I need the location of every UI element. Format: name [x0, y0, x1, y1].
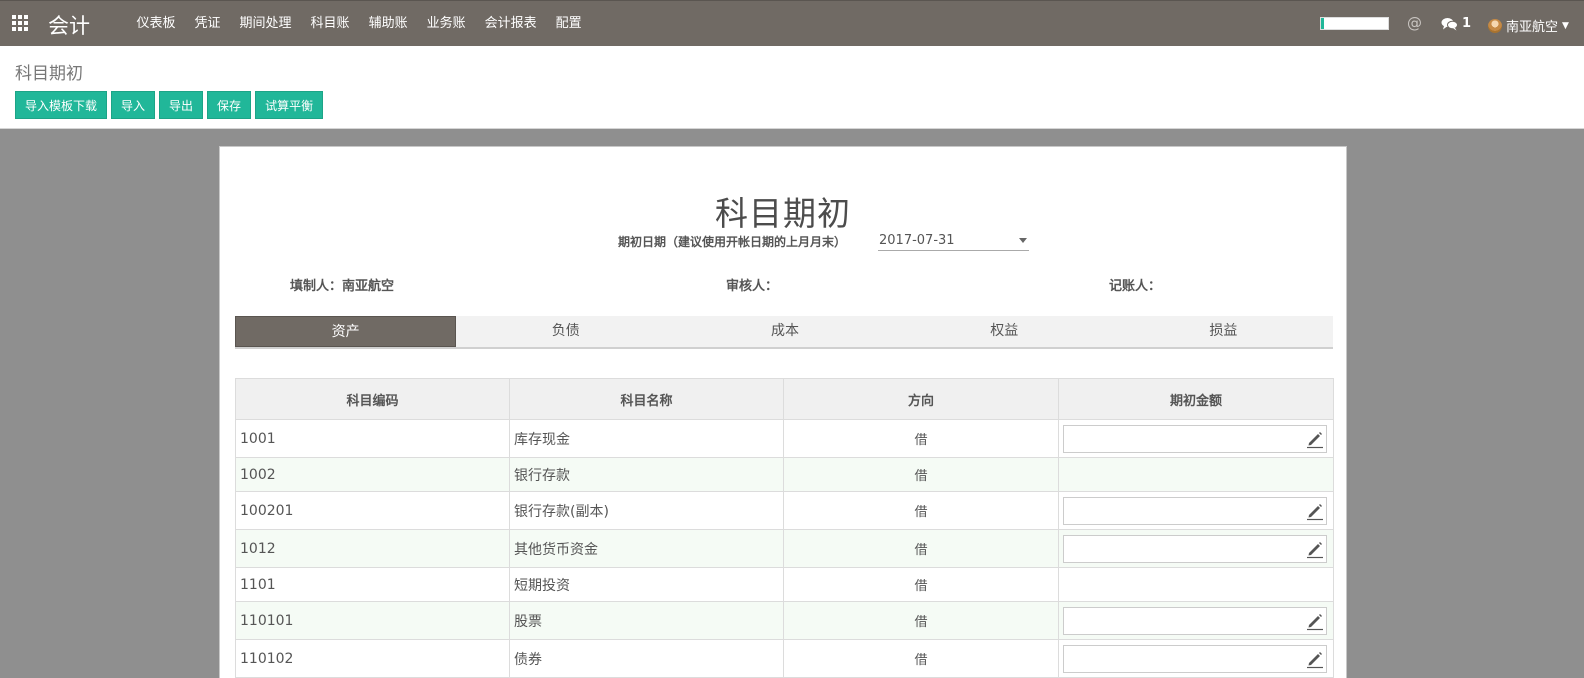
- opening-amount-input[interactable]: [1063, 496, 1327, 525]
- direction-cell: 借: [783, 567, 1059, 602]
- app-title[interactable]: 会计: [48, 10, 90, 40]
- opening-amount-input[interactable]: [1063, 606, 1327, 635]
- account-code-cell: 1001: [235, 419, 510, 458]
- top-navbar: 会计 仪表板 凭证 期间处理 科目账 辅助账 业务账 会计报表 配置 @ 1 南…: [0, 0, 1584, 46]
- preparer-label: 填制人：南亚航空: [290, 279, 395, 294]
- pencil-edit-icon[interactable]: [1305, 611, 1325, 631]
- export-button[interactable]: 导出: [159, 91, 204, 119]
- opening-amount-input[interactable]: [1063, 534, 1327, 563]
- account-type-tabs: 资产 负债 成本 权益 损益: [235, 316, 1333, 349]
- amount-cell: [1058, 601, 1334, 640]
- pencil-edit-icon[interactable]: [1305, 501, 1325, 521]
- amount-cell: [1058, 457, 1334, 492]
- account-name-cell: 银行存款(副本): [509, 491, 784, 530]
- direction-cell: 借: [783, 457, 1059, 492]
- tab-profit-loss[interactable]: 损益: [1114, 316, 1333, 347]
- table-row: 100201 银行存款(副本) 借: [235, 491, 1334, 530]
- account-name-cell: 股票: [509, 601, 784, 640]
- column-header-direction: 方向: [783, 378, 1059, 420]
- table-row: 1001 库存现金借: [235, 419, 1334, 458]
- account-code-cell: 1101: [235, 567, 510, 602]
- opening-amount-input[interactable]: [1063, 424, 1327, 453]
- account-code-cell: 1012: [235, 529, 510, 568]
- direction-cell: 借: [783, 419, 1059, 458]
- user-name: 南亚航空: [1506, 20, 1559, 35]
- control-panel: 科目期初 导入模板下载 导入 导出 保存 试算平衡: [0, 46, 1584, 129]
- table-row: 1002 银行存款借: [235, 457, 1334, 492]
- action-buttons: 导入模板下载 导入 导出 保存 试算平衡: [15, 91, 327, 119]
- direction-cell: 借: [783, 529, 1059, 568]
- amount-cell: [1058, 529, 1334, 568]
- direction-cell: 借: [783, 601, 1059, 640]
- opening-amount-input[interactable]: [1063, 644, 1327, 673]
- main-menu: 仪表板 凭证 期间处理 科目账 辅助账 业务账 会计报表 配置: [127, 1, 591, 47]
- import-button[interactable]: 导入: [111, 91, 156, 119]
- account-name-cell: 债券: [509, 639, 784, 678]
- pencil-edit-icon[interactable]: [1305, 649, 1325, 669]
- tab-cost[interactable]: 成本: [675, 316, 894, 347]
- tab-equity[interactable]: 权益: [895, 316, 1114, 347]
- pencil-edit-icon[interactable]: [1305, 539, 1325, 559]
- table-header-row: 科目编码 科目名称 方向 期初金额: [235, 378, 1334, 420]
- tab-liabilities[interactable]: 负债: [456, 316, 675, 347]
- trial-balance-button[interactable]: 试算平衡: [255, 91, 324, 119]
- menu-item-account-ledger[interactable]: 科目账: [301, 1, 359, 47]
- chevron-down-icon: ▼: [1562, 20, 1569, 31]
- dropdown-caret-icon[interactable]: [1019, 238, 1027, 243]
- account-code-cell: 1002: [235, 457, 510, 492]
- form-sheet: 科目期初 期初日期（建议使用开帐日期的上月月末） 2017-07-31 填制人：…: [219, 146, 1347, 678]
- table-row: 1012 其他货币资金借: [235, 529, 1334, 568]
- breadcrumb: 科目期初: [15, 64, 83, 84]
- menu-item-reports[interactable]: 会计报表: [475, 1, 546, 47]
- account-code-cell: 110102: [235, 639, 510, 678]
- column-header-code: 科目编码: [235, 378, 510, 420]
- save-button[interactable]: 保存: [207, 91, 252, 119]
- amount-cell: [1058, 491, 1334, 530]
- mention-at-icon[interactable]: @: [1407, 14, 1422, 32]
- download-template-button[interactable]: 导入模板下载: [15, 91, 108, 119]
- bookkeeper-label: 记账人：: [1109, 279, 1162, 294]
- amount-cell: [1058, 639, 1334, 678]
- reviewer-label: 审核人：: [726, 279, 779, 294]
- account-name-cell: 其他货币资金: [509, 529, 784, 568]
- table-row: 1101 短期投资借: [235, 567, 1334, 602]
- progress-fill: [1321, 18, 1325, 29]
- opening-date-value: 2017-07-31: [879, 233, 955, 248]
- messages-button[interactable]: 1: [1441, 16, 1471, 31]
- account-code-cell: 100201: [235, 491, 510, 530]
- avatar: [1488, 18, 1502, 33]
- chat-bubbles-icon: [1441, 17, 1458, 30]
- apps-grid-icon[interactable]: [12, 15, 30, 31]
- column-header-name: 科目名称: [509, 378, 784, 420]
- table-row: 110102 债券借: [235, 639, 1334, 678]
- amount-cell: [1058, 567, 1334, 602]
- menu-item-config[interactable]: 配置: [546, 1, 591, 47]
- account-name-cell: 库存现金: [509, 419, 784, 458]
- direction-cell: 借: [783, 491, 1059, 530]
- account-name-cell: 银行存款: [509, 457, 784, 492]
- menu-item-voucher[interactable]: 凭证: [185, 1, 230, 47]
- messages-count: 1: [1462, 16, 1472, 31]
- date-label: 期初日期（建议使用开帐日期的上月月末）: [618, 235, 847, 249]
- column-header-amount: 期初金额: [1058, 378, 1334, 420]
- user-menu[interactable]: 南亚航空 ▼: [1488, 16, 1569, 35]
- opening-date-field[interactable]: 2017-07-31: [878, 231, 1029, 251]
- direction-cell: 借: [783, 639, 1059, 678]
- pencil-edit-icon[interactable]: [1305, 429, 1325, 449]
- menu-item-period[interactable]: 期间处理: [230, 1, 301, 47]
- tab-assets[interactable]: 资产: [235, 316, 457, 347]
- amount-cell: [1058, 419, 1334, 458]
- progress-bar: [1320, 17, 1389, 30]
- account-code-cell: 110101: [235, 601, 510, 640]
- menu-item-dashboard[interactable]: 仪表板: [127, 1, 185, 47]
- opening-balance-table: 科目编码 科目名称 方向 期初金额 1001 库存现金借 1002 银行存款借 1002…: [235, 378, 1334, 678]
- menu-item-auxiliary-ledger[interactable]: 辅助账: [359, 1, 417, 47]
- table-row: 110101 股票借: [235, 601, 1334, 640]
- menu-item-business-ledger[interactable]: 业务账: [417, 1, 475, 47]
- page-title: 科目期初: [715, 194, 851, 233]
- account-name-cell: 短期投资: [509, 567, 784, 602]
